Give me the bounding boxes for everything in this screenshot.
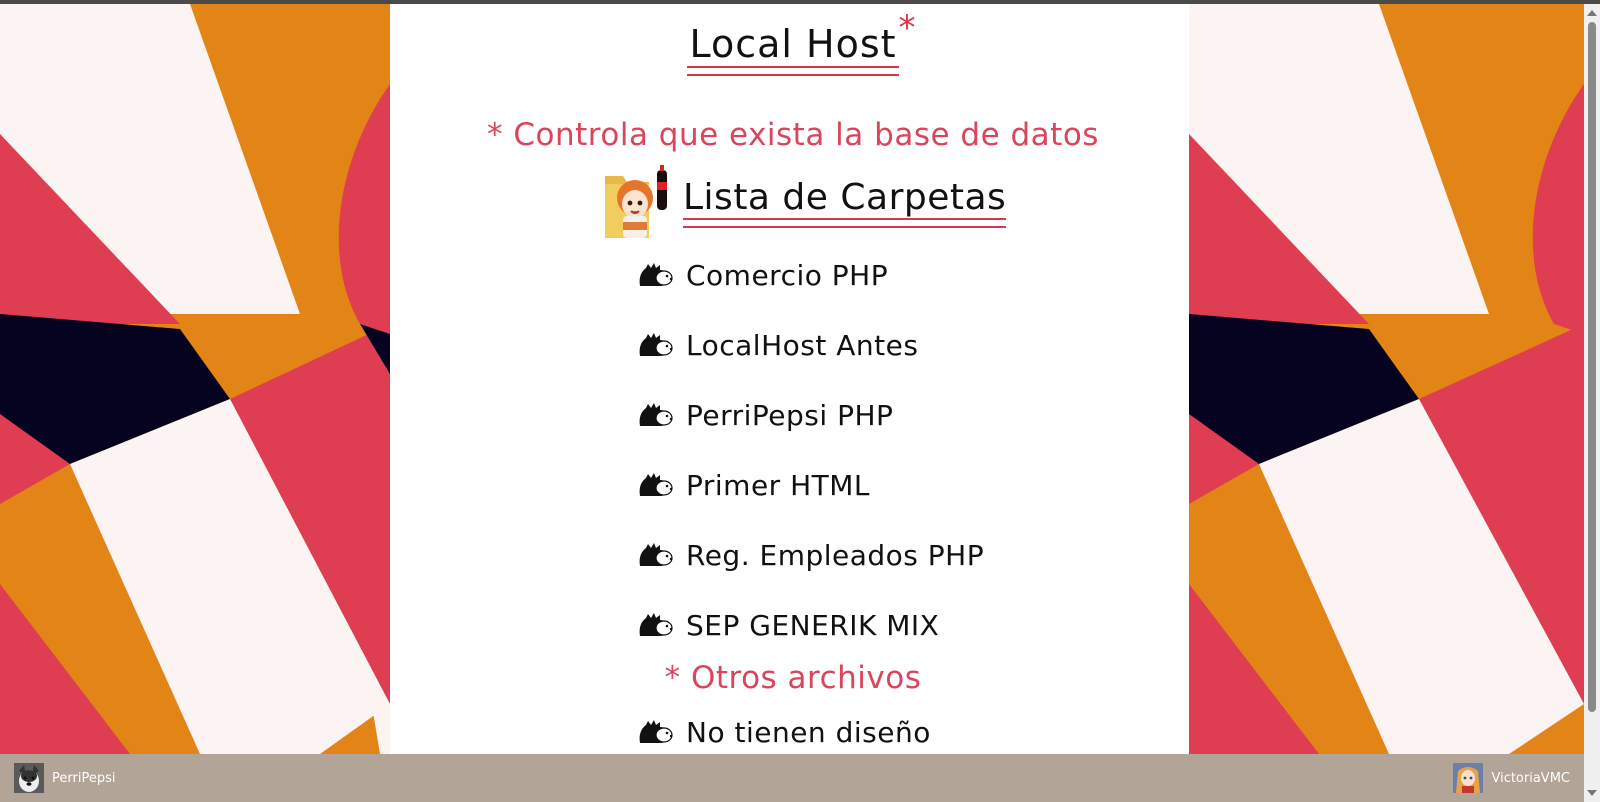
folder-link-reg-empleados-php[interactable]: Reg. Empleados PHP <box>638 539 984 609</box>
footer: PerriPepsi VictoriaVMC <box>0 754 1584 802</box>
folder-label: PerriPepsi PHP <box>686 399 894 432</box>
folder-label: Comercio PHP <box>686 259 889 292</box>
file-link-no-tienen-diseno[interactable]: No tienen diseño <box>638 716 931 754</box>
scrollbar-thumb[interactable] <box>1588 22 1596 712</box>
folder-list: Comercio PHP LocalHost Antes PerriPepsi … <box>638 259 984 679</box>
other-files-list: No tienen diseño <box>638 716 931 754</box>
hedgehog-icon <box>639 333 673 356</box>
scroll-down-arrow-icon[interactable] <box>1587 790 1597 796</box>
footer-user-right[interactable]: VictoriaVMC <box>1439 763 1584 793</box>
other-files-notice: * Otros archivos <box>664 660 922 696</box>
folder-label: SEP GENERIK MIX <box>686 609 940 642</box>
vertical-scrollbar[interactable] <box>1584 4 1600 802</box>
file-label: No tienen diseño <box>686 716 931 749</box>
title-asterisk: * <box>898 8 917 48</box>
background-pattern-right <box>1189 4 1584 754</box>
folder-link-primer-html[interactable]: Primer HTML <box>638 469 984 539</box>
folder-label: LocalHost Antes <box>686 329 919 362</box>
hedgehog-icon <box>639 543 673 566</box>
database-check-notice: * Controla que exista la base de datos <box>487 117 1099 153</box>
folders-heading: Lista de Carpetas <box>601 162 1007 242</box>
girl-avatar-icon <box>1453 763 1484 793</box>
background-pattern-left <box>0 4 390 754</box>
folder-label: Primer HTML <box>686 469 871 502</box>
footer-user-left-name: PerriPepsi <box>52 770 116 786</box>
main-content: Local Host * * Controla que exista la ba… <box>397 4 1189 754</box>
folder-link-perripepsi-php[interactable]: PerriPepsi PHP <box>638 399 984 469</box>
hedgehog-icon <box>639 720 673 743</box>
browser-viewport: Local Host * * Controla que exista la ba… <box>0 4 1584 802</box>
hedgehog-icon <box>639 473 673 496</box>
folder-mascot-icon <box>605 165 667 238</box>
folder-link-comercio-php[interactable]: Comercio PHP <box>638 259 984 329</box>
footer-user-right-name: VictoriaVMC <box>1491 770 1570 786</box>
folder-label: Reg. Empleados PHP <box>686 539 985 572</box>
hedgehog-icon <box>639 263 673 286</box>
folders-heading-text: Lista de Carpetas <box>683 177 1007 228</box>
dog-avatar-icon <box>14 763 44 793</box>
page-title: Local Host * <box>397 8 1189 76</box>
folder-link-localhost-antes[interactable]: LocalHost Antes <box>638 329 984 399</box>
page-title-text: Local Host <box>689 22 897 66</box>
hedgehog-icon <box>639 613 673 636</box>
footer-user-left[interactable]: PerriPepsi <box>0 763 129 793</box>
hedgehog-icon <box>639 403 673 426</box>
scroll-up-arrow-icon[interactable] <box>1587 10 1597 16</box>
